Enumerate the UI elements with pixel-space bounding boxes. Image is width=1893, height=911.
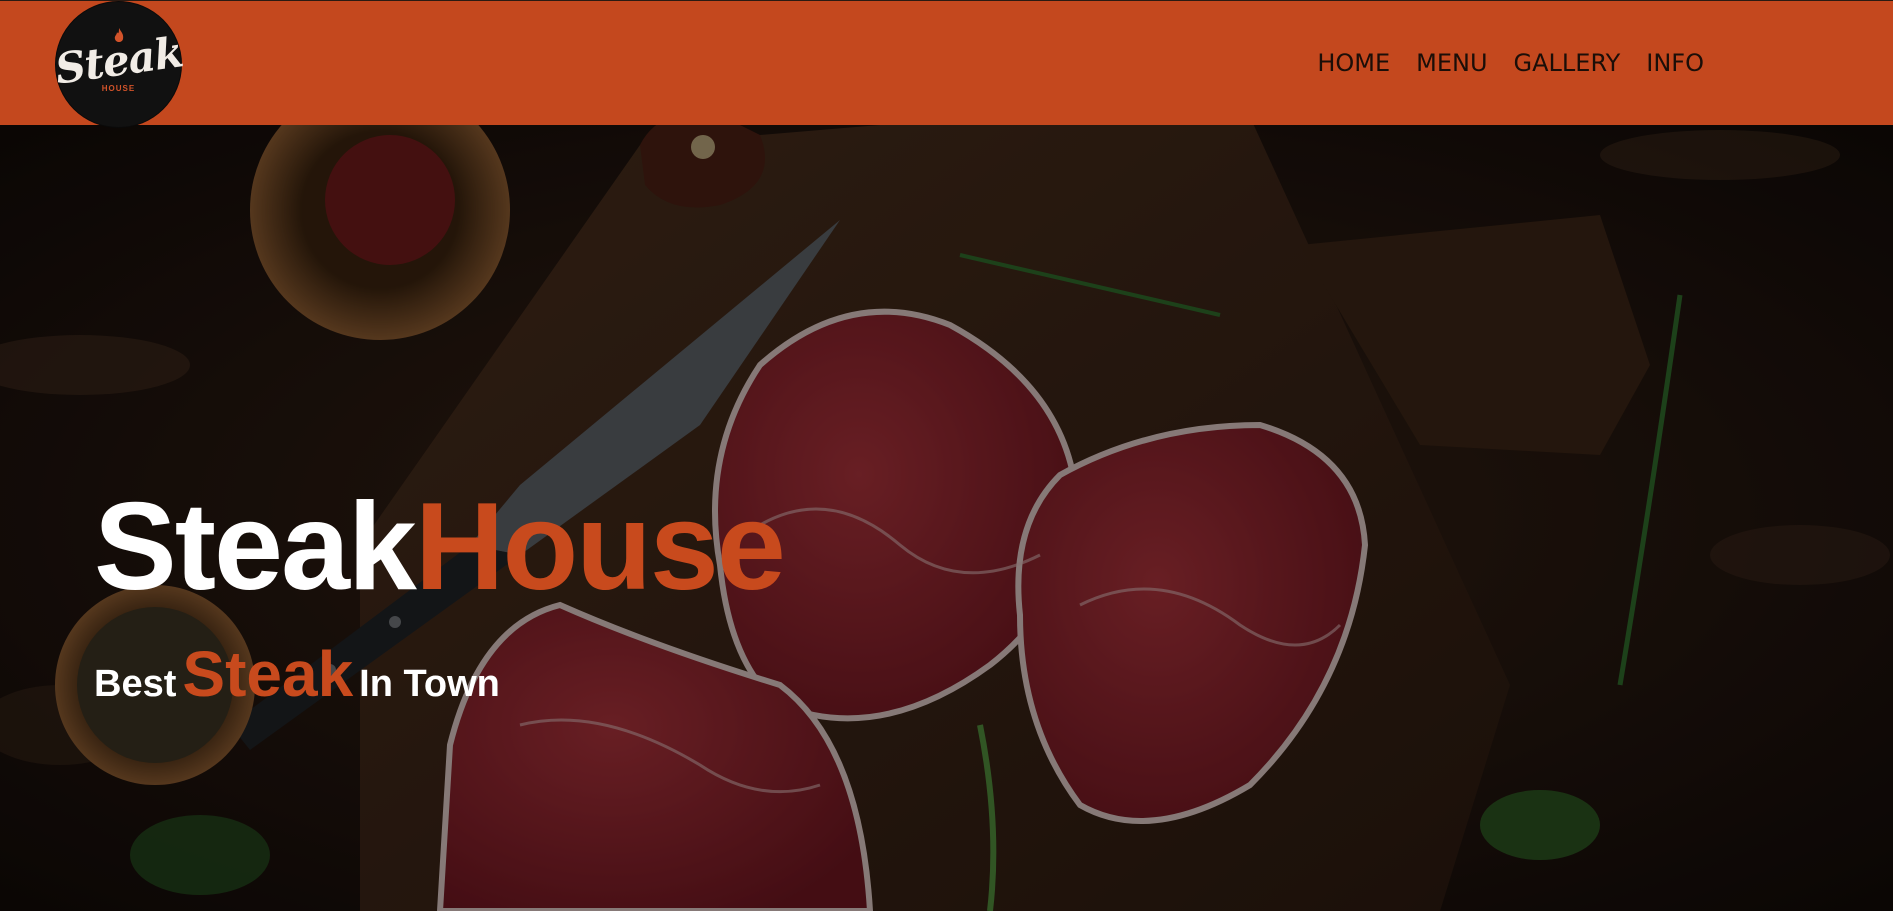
tagline-part1: Best (94, 663, 177, 705)
page: Steak HOUSE HOME MENU GALLERY INFO Steak… (0, 0, 1893, 911)
hero-title: SteakHouse (94, 485, 786, 609)
tagline-part2: Steak (182, 638, 354, 710)
hero-title-part1: Steak (94, 478, 417, 616)
nav-home[interactable]: HOME (1317, 49, 1390, 77)
nav-gallery[interactable]: GALLERY (1514, 49, 1621, 77)
hero-title-part2: House (414, 478, 786, 616)
site-header: Steak HOUSE HOME MENU GALLERY INFO (0, 0, 1893, 127)
hero-section: SteakHouse BestSteak In Town (0, 125, 1893, 911)
hero-tagline: BestSteak In Town (94, 637, 500, 711)
logo[interactable]: Steak HOUSE (52, 2, 185, 127)
logo-wordmark: Steak (51, 27, 186, 94)
nav-menu[interactable]: MENU (1416, 49, 1487, 77)
tagline-part3: In Town (359, 663, 500, 705)
nav-info[interactable]: INFO (1646, 49, 1704, 77)
main-nav: HOME MENU GALLERY INFO (1317, 49, 1704, 77)
